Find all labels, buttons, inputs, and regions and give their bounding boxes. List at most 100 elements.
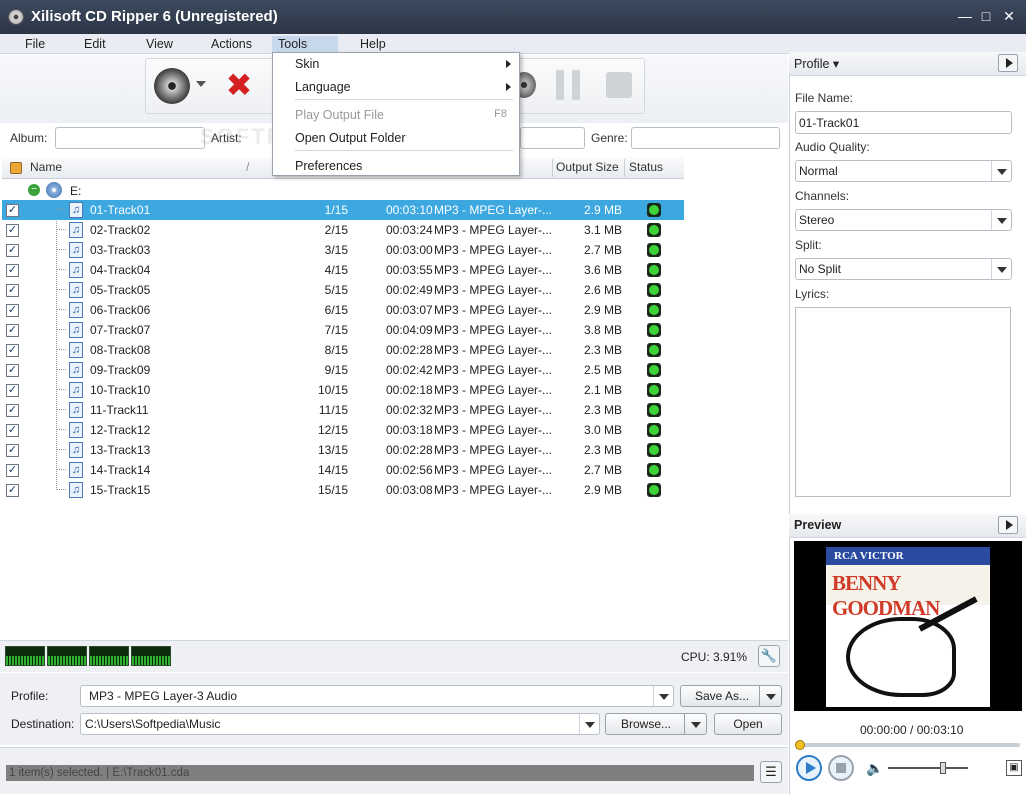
row-checkbox[interactable]: ✓ bbox=[6, 424, 19, 437]
audio-quality-select[interactable]: Normal bbox=[795, 160, 1012, 182]
play-icon[interactable] bbox=[796, 755, 822, 781]
menu-preferences[interactable]: Preferences bbox=[295, 159, 362, 173]
genre-input[interactable] bbox=[631, 127, 780, 149]
channels-select[interactable]: Stereo bbox=[795, 209, 1012, 231]
open-button[interactable]: Open bbox=[714, 713, 782, 735]
expand-arrow-icon[interactable] bbox=[998, 54, 1018, 72]
stop-icon[interactable] bbox=[606, 72, 632, 98]
browse-button[interactable]: Browse... bbox=[605, 713, 707, 735]
cover-title: BENNY GOODMAN bbox=[832, 571, 940, 620]
table-row[interactable]: ✓ ♫ 01-Track01 1/15 00:03:10 MP3 - MPEG Layer… bbox=[2, 200, 684, 220]
profile-panel-title[interactable]: Profile ▾ bbox=[794, 56, 839, 71]
track-name: 10-Track10 bbox=[90, 383, 151, 397]
menu-open-output-folder[interactable]: Open Output Folder bbox=[295, 131, 405, 145]
track-index: 14/15 bbox=[317, 463, 348, 477]
seek-handle[interactable] bbox=[795, 740, 805, 750]
row-checkbox[interactable]: ✓ bbox=[6, 264, 19, 277]
row-checkbox[interactable]: ✓ bbox=[6, 364, 19, 377]
chevron-down-icon[interactable] bbox=[991, 259, 1011, 279]
list-icon[interactable]: ☰ bbox=[760, 761, 782, 783]
chevron-down-icon[interactable] bbox=[196, 81, 206, 87]
select-all-checkbox[interactable] bbox=[10, 162, 22, 174]
table-row[interactable]: ✓ ♫ 09-Track09 9/15 00:02:42 MP3 - MPEG Layer… bbox=[2, 360, 684, 380]
chevron-down-icon[interactable] bbox=[653, 686, 673, 706]
add-cd-icon[interactable] bbox=[154, 68, 190, 104]
row-checkbox[interactable]: ✓ bbox=[6, 244, 19, 257]
split-select[interactable]: No Split bbox=[795, 258, 1012, 280]
track-format: MP3 - MPEG Layer-... bbox=[434, 203, 553, 217]
table-row[interactable]: ✓ ♫ 08-Track08 8/15 00:02:28 MP3 - MPEG Layer… bbox=[2, 340, 684, 360]
row-checkbox[interactable]: ✓ bbox=[6, 384, 19, 397]
maximize-icon[interactable]: □ bbox=[977, 8, 995, 24]
tree-line bbox=[56, 309, 66, 310]
menu-help[interactable]: Help bbox=[354, 36, 392, 52]
minimize-icon[interactable]: — bbox=[956, 8, 974, 24]
pause-icon[interactable] bbox=[556, 70, 582, 100]
wrench-icon[interactable]: 🔧 bbox=[758, 645, 780, 667]
expand-arrow-icon[interactable] bbox=[998, 516, 1018, 534]
menu-file[interactable]: File bbox=[19, 36, 51, 52]
column-status[interactable]: Status bbox=[629, 160, 663, 174]
row-checkbox[interactable]: ✓ bbox=[6, 344, 19, 357]
table-row[interactable]: ✓ ♫ 11-Track11 11/15 00:02:32 MP3 - MPEG Laye… bbox=[2, 400, 684, 420]
track-index: 2/15 bbox=[324, 223, 348, 237]
save-as-button[interactable]: Save As... bbox=[680, 685, 782, 707]
menu-actions[interactable]: Actions bbox=[205, 36, 258, 52]
row-checkbox[interactable]: ✓ bbox=[6, 404, 19, 417]
window-title: Xilisoft CD Ripper 6 (Unregistered) bbox=[31, 8, 278, 25]
volume-slider[interactable] bbox=[888, 767, 968, 769]
table-row[interactable]: ✓ ♫ 13-Track13 13/15 00:02:28 MP3 - MPEG Laye… bbox=[2, 440, 684, 460]
cpu-usage: CPU: 3.91% bbox=[681, 650, 748, 664]
table-row[interactable]: ✓ ♫ 02-Track02 2/15 00:03:24 MP3 - MPEG Layer… bbox=[2, 220, 684, 240]
table-row[interactable]: ✓ ♫ 12-Track12 12/15 00:03:18 MP3 - MPEG Laye… bbox=[2, 420, 684, 440]
chevron-down-icon[interactable] bbox=[991, 210, 1011, 230]
row-checkbox[interactable]: ✓ bbox=[6, 464, 19, 477]
lyrics-textarea[interactable] bbox=[795, 307, 1011, 497]
row-checkbox[interactable]: ✓ bbox=[6, 224, 19, 237]
genre-label: Genre: bbox=[591, 131, 628, 145]
track-duration: 00:02:32 bbox=[386, 403, 433, 417]
chevron-down-icon[interactable] bbox=[684, 714, 706, 734]
remove-icon[interactable]: ✖ bbox=[224, 69, 254, 101]
row-checkbox[interactable]: ✓ bbox=[6, 204, 19, 217]
table-row[interactable]: ✓ ♫ 06-Track06 6/15 00:03:07 MP3 - MPEG Layer… bbox=[2, 300, 684, 320]
menu-skin[interactable]: Skin bbox=[295, 57, 319, 71]
table-row[interactable]: ✓ ♫ 05-Track05 5/15 00:02:49 MP3 - MPEG Layer… bbox=[2, 280, 684, 300]
seek-bar[interactable] bbox=[798, 743, 1020, 747]
table-row[interactable]: ✓ ♫ 15-Track15 15/15 00:03:08 MP3 - MPEG Laye… bbox=[2, 480, 684, 500]
profile-select[interactable]: MP3 - MPEG Layer-3 Audio bbox=[80, 685, 674, 707]
close-icon[interactable]: ✕ bbox=[1000, 8, 1018, 24]
volume-handle[interactable] bbox=[940, 762, 946, 774]
row-checkbox[interactable]: ✓ bbox=[6, 324, 19, 337]
table-row[interactable]: ✓ ♫ 14-Track14 14/15 00:02:56 MP3 - MPEG Laye… bbox=[2, 460, 684, 480]
table-row[interactable]: ✓ ♫ 10-Track10 10/15 00:02:18 MP3 - MPEG Laye… bbox=[2, 380, 684, 400]
table-row[interactable]: ✓ ♫ 07-Track07 7/15 00:04:09 MP3 - MPEG Layer… bbox=[2, 320, 684, 340]
track-name: 08-Track08 bbox=[90, 343, 151, 357]
menu-tools[interactable]: Tools bbox=[272, 36, 338, 52]
album-input[interactable] bbox=[55, 127, 205, 149]
snapshot-icon[interactable]: ▣ bbox=[1006, 760, 1022, 776]
column-name[interactable]: Name bbox=[30, 160, 62, 174]
chevron-down-icon[interactable] bbox=[759, 686, 781, 706]
collapse-icon[interactable]: − bbox=[28, 184, 40, 196]
artist-input[interactable] bbox=[520, 127, 585, 149]
stop-icon[interactable] bbox=[828, 755, 854, 781]
row-checkbox[interactable]: ✓ bbox=[6, 304, 19, 317]
audio-quality-value: Normal bbox=[799, 164, 838, 178]
track-format: MP3 - MPEG Layer-... bbox=[434, 223, 553, 237]
chevron-down-icon[interactable] bbox=[579, 714, 599, 734]
table-row[interactable]: ✓ ♫ 04-Track04 4/15 00:03:55 MP3 - MPEG Layer… bbox=[2, 260, 684, 280]
menu-view[interactable]: View bbox=[140, 36, 179, 52]
chevron-down-icon[interactable] bbox=[991, 161, 1011, 181]
volume-icon[interactable]: 🔈 bbox=[866, 760, 883, 777]
row-checkbox[interactable]: ✓ bbox=[6, 284, 19, 297]
menu-edit[interactable]: Edit bbox=[78, 36, 112, 52]
table-row[interactable]: ✓ ♫ 03-Track03 3/15 00:03:00 MP3 - MPEG Layer… bbox=[2, 240, 684, 260]
tree-line bbox=[56, 449, 66, 450]
row-checkbox[interactable]: ✓ bbox=[6, 444, 19, 457]
destination-select[interactable]: C:\Users\Softpedia\Music bbox=[80, 713, 600, 735]
menu-language[interactable]: Language bbox=[295, 80, 351, 94]
row-checkbox[interactable]: ✓ bbox=[6, 484, 19, 497]
file-name-input[interactable]: 01-Track01 bbox=[795, 111, 1012, 134]
column-output-size[interactable]: Output Size bbox=[556, 160, 619, 174]
